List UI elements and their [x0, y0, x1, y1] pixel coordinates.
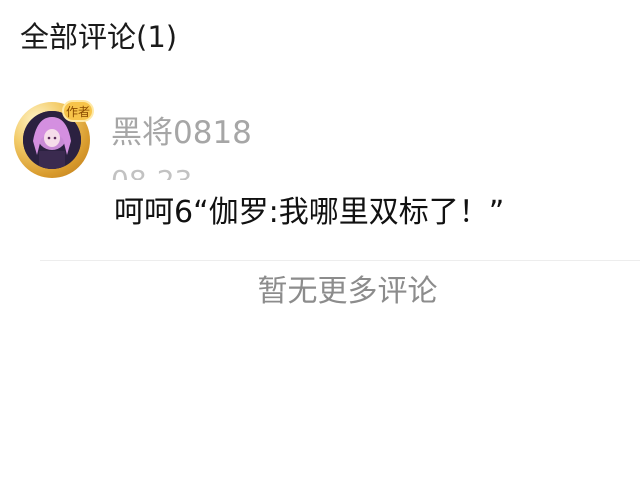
comment-date-clip: 08-23 — [111, 158, 251, 180]
author-badge: 作者 — [62, 100, 94, 122]
comments-section-title: 全部评论(1) — [20, 20, 178, 54]
no-more-comments-label: 暂无更多评论 — [257, 274, 438, 309]
comment-body: 呵呵6“伽罗:我哪里双标了！” — [114, 195, 505, 230]
comment-username[interactable]: 黑将0818 — [111, 111, 252, 155]
comment-avatar[interactable]: 作者 — [10, 100, 94, 180]
comment-date: 08-23 — [111, 162, 251, 180]
divider — [40, 260, 640, 261]
comments-page: 全部评论(1) 作者 黑将0818 08-23 呵呵6“伽罗:我哪里双标了！” … — [0, 0, 640, 480]
